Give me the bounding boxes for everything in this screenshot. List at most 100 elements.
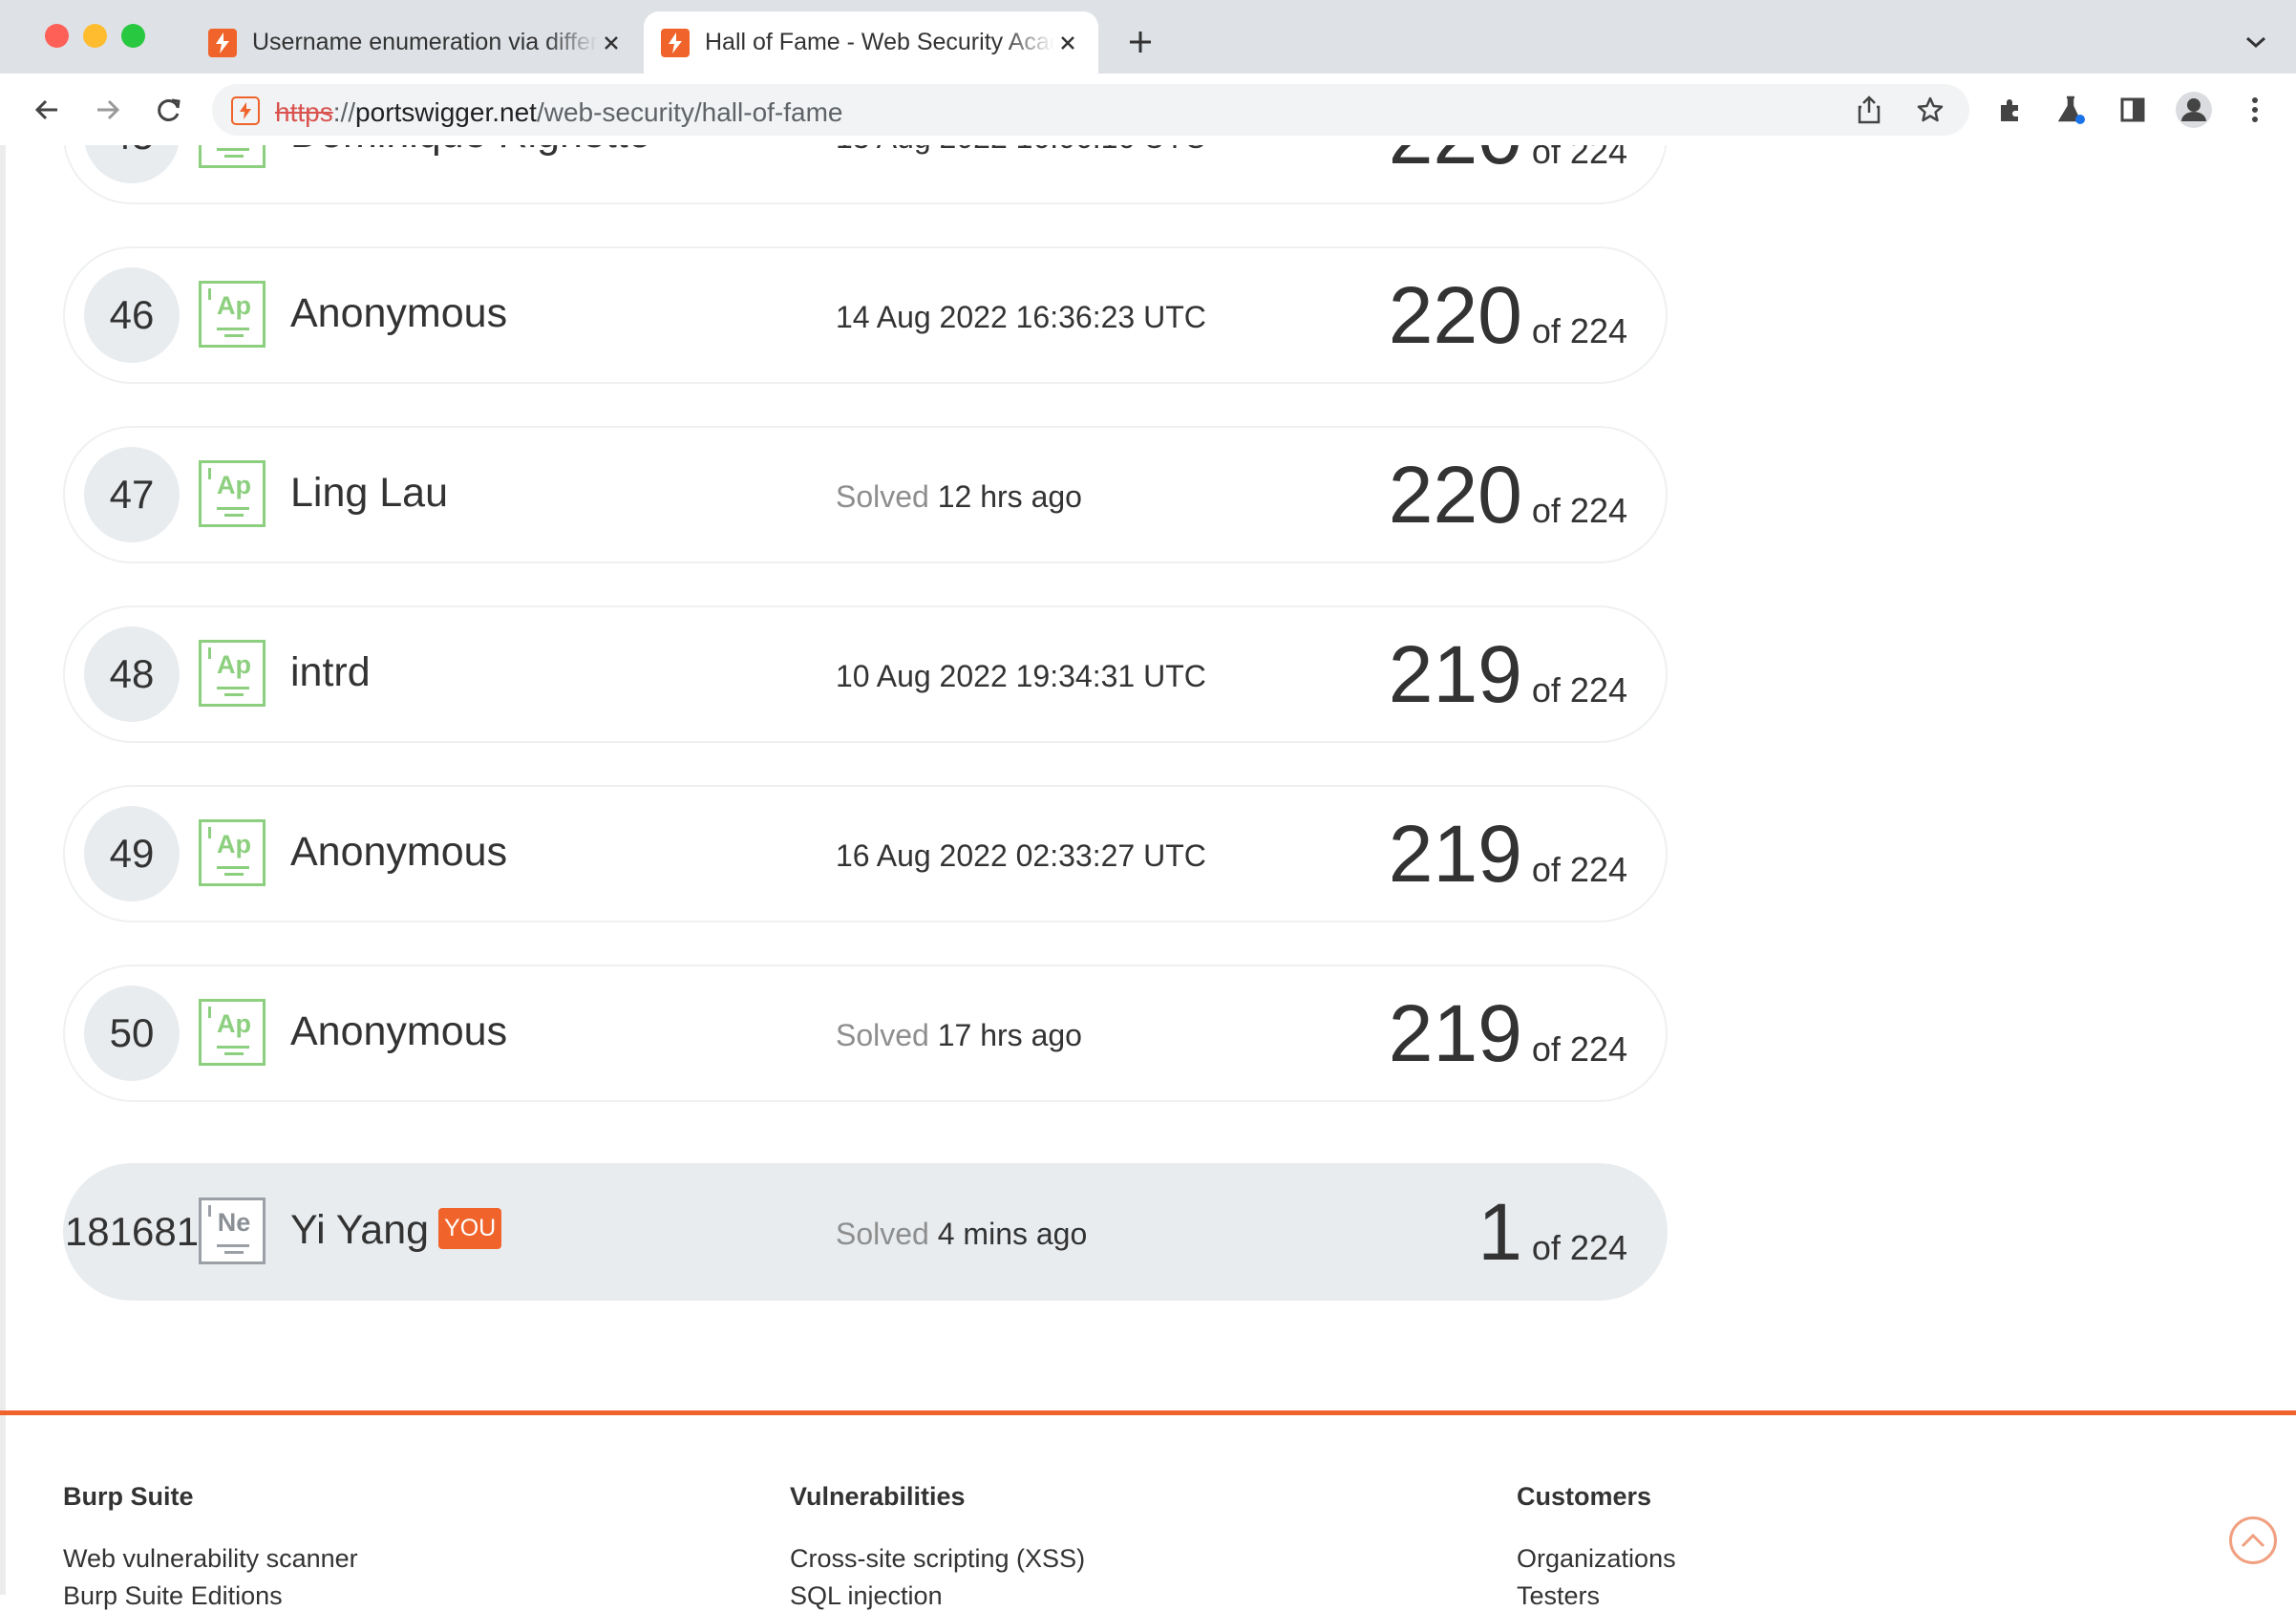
footer-column-customers: Customers Organizations Testers: [1517, 1482, 1676, 1611]
solved-time: 13 Aug 2022 16:06:16 UTC: [836, 145, 1206, 156]
portswigger-favicon-icon: [208, 28, 237, 57]
window-zoom-button[interactable]: [121, 24, 145, 48]
solved-time: 16 Aug 2022 02:33:27 UTC: [836, 838, 1206, 874]
badge-level: Ap: [217, 650, 251, 679]
footer-heading: Burp Suite: [63, 1482, 194, 1511]
user-name-wrap: Yi Yang YOU: [290, 1207, 502, 1254]
solved-time: Solved 4 mins ago: [836, 1217, 1087, 1252]
reload-icon[interactable]: [149, 90, 189, 130]
solved-timestamp: 16 Aug 2022 02:33:27 UTC: [836, 838, 1206, 873]
footer-heading: Customers: [1517, 1482, 1652, 1511]
close-icon[interactable]: [598, 30, 625, 56]
share-icon[interactable]: [1853, 94, 1885, 126]
labs-solved: 220: [1388, 450, 1522, 540]
url-separator: ://: [332, 97, 356, 127]
tab-title: Hall of Fame - Web Security Academy: [705, 29, 1054, 55]
footer-heading: Vulnerabilities: [790, 1482, 966, 1511]
labs-total: of 224: [1531, 850, 1627, 889]
rank-number: 48: [84, 626, 180, 722]
novice-badge-icon: Ne: [199, 1198, 266, 1264]
score: 1 of 224: [1478, 1184, 1627, 1280]
apprentice-badge-icon: Ap: [199, 460, 266, 527]
apprentice-badge-icon: Ap: [199, 281, 266, 348]
rank-number: 45: [84, 145, 180, 183]
score: 220of 224: [1389, 267, 1627, 363]
user-name: Anonymous: [290, 829, 508, 875]
labs-solved: 220: [1388, 270, 1522, 360]
labs-flask-icon[interactable]: [2052, 90, 2092, 130]
back-to-top-icon[interactable]: [2229, 1516, 2277, 1564]
labs-total: of 224: [1531, 670, 1627, 710]
tab-title: Username enumeration via different respo…: [252, 29, 598, 55]
apprentice-badge-icon: Ap: [199, 819, 266, 886]
forward-arrow-icon[interactable]: [88, 90, 128, 130]
labs-solved: 1: [1478, 1187, 1522, 1277]
solved-label: Solved: [836, 1018, 929, 1052]
rank-number: 46: [84, 267, 180, 363]
solved-time: 14 Aug 2022 16:36:23 UTC: [836, 300, 1206, 335]
close-icon[interactable]: [1054, 30, 1081, 56]
not-secure-icon[interactable]: [231, 96, 260, 125]
rank-number: 50: [84, 986, 180, 1081]
labs-total: of 224: [1531, 491, 1627, 530]
leaderboard-row: 45 Ap Dominique Righetto 13 Aug 2022 16:…: [63, 145, 1668, 204]
solved-label: Solved: [836, 479, 929, 514]
chevron-down-icon[interactable]: [2239, 25, 2273, 59]
footer-link[interactable]: Cross-site scripting (XSS): [790, 1544, 1085, 1574]
current-user-row: 181681 Ne Yi Yang YOU Solved 4 mins ago 1…: [63, 1163, 1668, 1301]
leaderboard-row: 50 Ap Anonymous Solved 17 hrs ago 219 of …: [63, 964, 1668, 1102]
solved-label: Solved: [836, 1217, 929, 1251]
footer-column-vulnerabilities: Vulnerabilities Cross-site scripting (XS…: [790, 1482, 1085, 1611]
solved-timestamp: 14 Aug 2022 16:36:23 UTC: [836, 300, 1206, 334]
footer-link[interactable]: SQL injection: [790, 1581, 1085, 1611]
leaderboard-row: 48 Ap intrd 10 Aug 2022 19:34:31 UTC 219…: [63, 605, 1668, 743]
back-arrow-icon[interactable]: [27, 90, 67, 130]
solved-timestamp: 12 hrs ago: [937, 479, 1082, 514]
labs-total: of 224: [1531, 1029, 1627, 1069]
window-minimize-button[interactable]: [83, 24, 107, 48]
labs-solved: 219: [1388, 629, 1522, 719]
labs-solved: 220: [1389, 145, 1522, 183]
user-name: Anonymous: [290, 1008, 508, 1054]
side-panel-icon[interactable]: [2113, 90, 2153, 130]
extensions-icon[interactable]: [1990, 90, 2030, 130]
footer-column-burp-suite: Burp Suite Web vulnerability scanner Bur…: [63, 1482, 358, 1611]
labs-total: of 224: [1531, 311, 1627, 350]
window-close-button[interactable]: [45, 24, 69, 48]
tab-username-enumeration[interactable]: Username enumeration via different respo…: [191, 11, 642, 74]
url-text: https://portswigger.net/web-security/hal…: [275, 97, 843, 128]
footer-link[interactable]: Testers: [1517, 1581, 1676, 1611]
address-bar[interactable]: https://portswigger.net/web-security/hal…: [212, 84, 1969, 136]
user-name: Dominique Righetto: [290, 145, 651, 158]
solved-timestamp: 13 Aug 2022 16:06:16 UTC: [836, 145, 1206, 155]
score: 220of 224: [1389, 447, 1627, 542]
score: 219 of 224: [1389, 806, 1627, 901]
user-name: Ling Lau: [290, 470, 448, 516]
badge-level: Ap: [217, 291, 251, 320]
apprentice-badge-icon: Ap: [199, 999, 266, 1066]
solved-time: Solved 17 hrs ago: [836, 1018, 1082, 1053]
badge-level: Ap: [217, 471, 251, 499]
kebab-menu-icon[interactable]: [2235, 90, 2275, 130]
solved-time: Solved 12 hrs ago: [836, 479, 1082, 515]
apprentice-badge-icon: Ap: [199, 640, 266, 707]
url-scheme: https: [275, 97, 333, 127]
solved-timestamp: 10 Aug 2022 19:34:31 UTC: [836, 659, 1206, 693]
url-host: portswigger.net: [355, 97, 537, 127]
solved-timestamp: 4 mins ago: [937, 1217, 1088, 1251]
hall-of-fame-page: 45 Ap Dominique Righetto 13 Aug 2022 16:…: [6, 145, 2296, 1595]
footer-link[interactable]: Burp Suite Editions: [63, 1581, 358, 1611]
footer-link[interactable]: Web vulnerability scanner: [63, 1544, 358, 1574]
footer-divider: [0, 1410, 2296, 1415]
score: 219 of 224: [1389, 986, 1627, 1081]
leaderboard-row: 46 Ap Anonymous 14 Aug 2022 16:36:23 UTC…: [63, 246, 1668, 384]
new-tab-plus-icon[interactable]: [1123, 25, 1158, 59]
rank-number: 181681: [64, 1209, 200, 1254]
star-icon[interactable]: [1914, 94, 1946, 126]
labs-solved: 219: [1388, 809, 1522, 899]
tab-hall-of-fame[interactable]: Hall of Fame - Web Security Academy: [644, 11, 1098, 74]
portswigger-favicon-icon: [661, 28, 690, 57]
profile-icon[interactable]: [2174, 90, 2214, 130]
you-badge: YOU: [438, 1208, 502, 1250]
footer-link[interactable]: Organizations: [1517, 1544, 1676, 1574]
